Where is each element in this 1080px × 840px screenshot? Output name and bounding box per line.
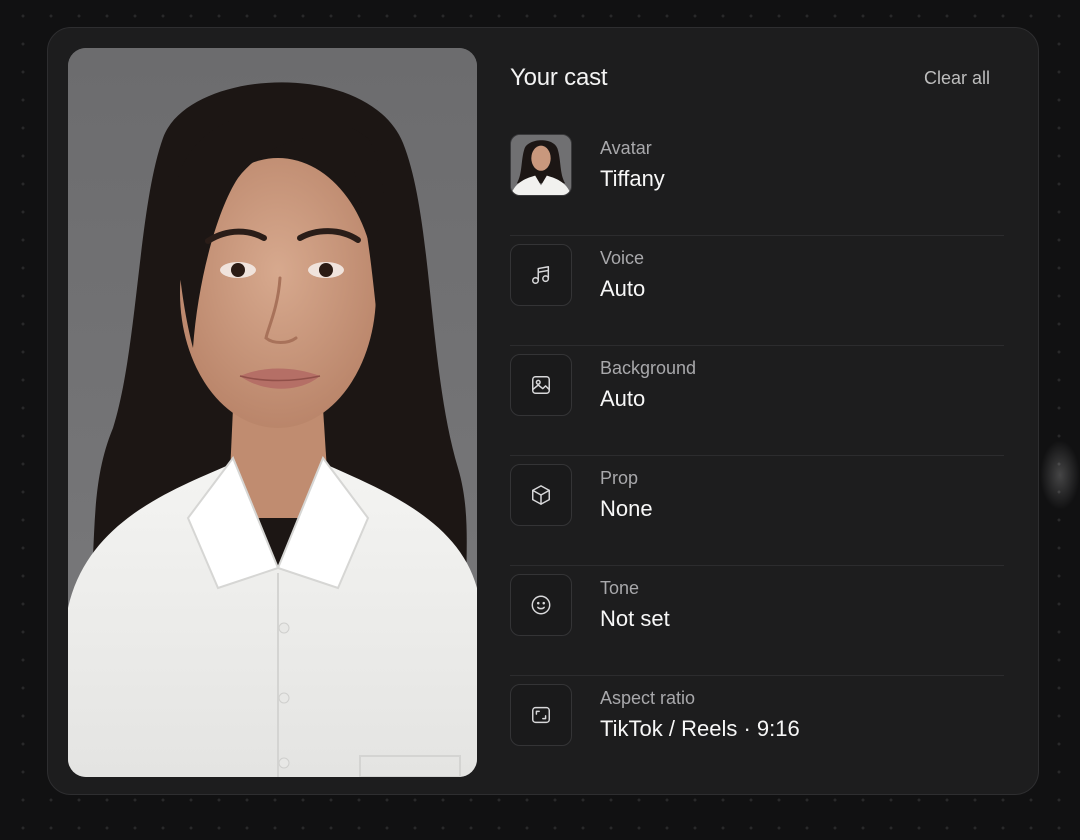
cast-item-voice[interactable]: Voice Auto — [510, 236, 1004, 346]
music-note-icon — [532, 266, 550, 284]
cast-item-value: Not set — [600, 606, 670, 631]
avatar-preview-image — [68, 48, 477, 777]
cast-card: Your cast Clear all Avatar Tiffany Voice… — [47, 27, 1039, 795]
background-icon-box — [510, 354, 572, 416]
cast-item-avatar[interactable]: Avatar Tiffany — [510, 126, 1004, 236]
aspect-ratio-icon-box — [510, 684, 572, 746]
cast-item-prop[interactable]: Prop None — [510, 456, 1004, 566]
voice-icon-box — [510, 244, 572, 306]
cast-list: Avatar Tiffany Voice Auto Background Aut… — [510, 126, 1004, 785]
cast-item-background[interactable]: Background Auto — [510, 346, 1004, 456]
cast-item-label: Tone — [600, 578, 640, 598]
prop-icon-box — [510, 464, 572, 526]
tone-icon-box — [510, 574, 572, 636]
cast-item-aspect-ratio[interactable]: Aspect ratio TikTok / Reels · 9:16 — [510, 676, 1004, 785]
clear-all-button[interactable]: Clear all — [924, 68, 990, 89]
cast-item-value: TikTok / Reels · 9:16 — [600, 716, 800, 741]
cast-item-value: Auto — [600, 386, 646, 411]
panel-title: Your cast — [510, 64, 608, 91]
cast-panel-header: Your cast Clear all — [510, 64, 990, 96]
cast-item-label: Avatar — [600, 138, 652, 158]
cube-icon — [532, 485, 550, 505]
cast-item-label: Background — [600, 358, 697, 378]
cast-item-tone[interactable]: Tone Not set — [510, 566, 1004, 676]
page: Your cast Clear all Avatar Tiffany Voice… — [0, 0, 1080, 840]
cast-item-label: Voice — [600, 248, 645, 268]
aspect-ratio-icon — [532, 706, 550, 724]
cast-item-value: Auto — [600, 276, 646, 301]
image-icon — [532, 376, 550, 394]
cast-item-label: Prop — [600, 468, 639, 488]
cast-item-label: Aspect ratio — [600, 688, 696, 708]
smiley-icon — [531, 595, 551, 615]
edge-glow — [1040, 440, 1080, 510]
avatar-thumbnail — [510, 134, 572, 196]
cast-panel: Your cast Clear all Avatar Tiffany Voice… — [510, 28, 1004, 796]
cast-item-value: None — [600, 496, 653, 521]
cast-item-value: Tiffany — [600, 166, 665, 191]
